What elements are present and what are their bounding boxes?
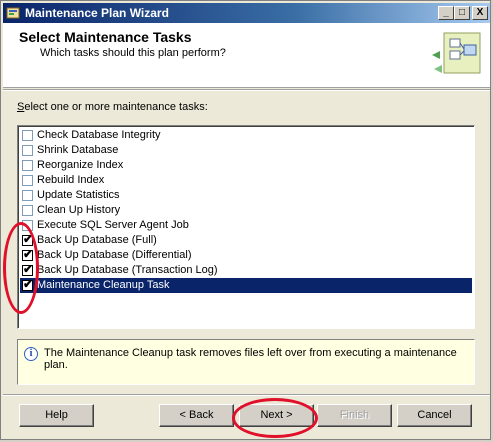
window-title: Maintenance Plan Wizard xyxy=(25,6,169,20)
list-item[interactable]: Rebuild Index xyxy=(20,173,472,188)
task-description: i The Maintenance Cleanup task removes f… xyxy=(17,339,475,385)
checkmark-icon: ✔ xyxy=(23,262,34,276)
page-title: Select Maintenance Tasks xyxy=(19,29,192,45)
cancel-button-label: Cancel xyxy=(417,409,452,421)
list-item[interactable]: ✔ Back Up Database (Transaction Log) xyxy=(20,263,472,278)
task-list-label: Select one or more maintenance tasks: xyxy=(17,101,208,113)
info-icon: i xyxy=(24,347,38,361)
list-item[interactable]: Reorganize Index xyxy=(20,158,472,173)
minimize-button[interactable]: _ xyxy=(438,6,454,20)
task-checkbox[interactable] xyxy=(22,220,33,231)
close-button[interactable]: X xyxy=(472,6,488,20)
checkmark-icon: ✔ xyxy=(23,277,34,291)
list-item-label: Back Up Database (Transaction Log) xyxy=(37,264,218,276)
wizard-header: Select Maintenance Tasks Which tasks sho… xyxy=(3,23,490,88)
task-list-label-rest: elect one or more maintenance tasks: xyxy=(24,101,208,113)
task-checkbox[interactable] xyxy=(22,145,33,156)
next-button-label: Next > xyxy=(260,409,293,421)
list-item-label: Reorganize Index xyxy=(37,159,124,171)
wizard-graphic-icon xyxy=(432,32,481,74)
list-item[interactable]: Clean Up History xyxy=(20,203,472,218)
task-checkbox[interactable] xyxy=(22,130,33,141)
list-item[interactable]: Shrink Database xyxy=(20,143,472,158)
task-checkbox[interactable] xyxy=(22,190,33,201)
page-subtitle: Which tasks should this plan perform? xyxy=(40,47,226,59)
cancel-button[interactable]: Cancel xyxy=(397,404,472,427)
checkmark-icon: ✔ xyxy=(23,232,34,246)
next-button[interactable]: Next > xyxy=(239,404,314,427)
back-button[interactable]: < Back xyxy=(159,404,234,427)
list-item[interactable]: ✔ Back Up Database (Differential) xyxy=(20,248,472,263)
list-item-label: Back Up Database (Full) xyxy=(37,234,157,246)
finish-button-label: Finish xyxy=(339,409,370,421)
list-item[interactable]: ✔ Back Up Database (Full) xyxy=(20,233,472,248)
task-checkbox[interactable]: ✔ xyxy=(22,262,34,276)
title-bar[interactable]: Maintenance Plan Wizard _ □ X xyxy=(3,3,490,23)
divider xyxy=(3,89,490,91)
task-checkbox[interactable]: ✔ xyxy=(22,277,34,291)
wizard-window: Maintenance Plan Wizard _ □ X Select Mai… xyxy=(0,0,491,440)
help-button-label: Help xyxy=(45,409,68,421)
list-item[interactable]: Execute SQL Server Agent Job xyxy=(20,218,472,233)
help-button[interactable]: Help xyxy=(19,404,94,427)
list-item-label: Shrink Database xyxy=(37,144,119,156)
task-checkbox[interactable] xyxy=(22,205,33,216)
task-checkbox[interactable] xyxy=(22,175,33,186)
finish-button[interactable]: Finish xyxy=(317,404,392,427)
list-item-label: Update Statistics xyxy=(37,189,120,201)
task-list[interactable]: Check Database Integrity Shrink Database R… xyxy=(17,125,475,329)
list-item[interactable]: ✔ Maintenance Cleanup Task xyxy=(20,278,472,293)
back-button-label: < Back xyxy=(179,409,214,421)
maximize-button[interactable]: □ xyxy=(454,6,470,20)
divider-bottom xyxy=(3,394,490,396)
task-checkbox[interactable]: ✔ xyxy=(22,232,34,246)
task-description-text: The Maintenance Cleanup task removes fil… xyxy=(44,347,457,371)
list-item-label: Back Up Database (Differential) xyxy=(37,249,192,261)
task-checkbox[interactable]: ✔ xyxy=(22,247,34,261)
list-item-label: Check Database Integrity xyxy=(37,129,161,141)
list-item[interactable]: Update Statistics xyxy=(20,188,472,203)
wizard-icon xyxy=(6,7,20,19)
checkmark-icon: ✔ xyxy=(23,247,34,261)
list-item-label: Execute SQL Server Agent Job xyxy=(37,219,189,231)
list-item[interactable]: Check Database Integrity xyxy=(20,128,472,143)
list-item-label: Rebuild Index xyxy=(37,174,105,186)
list-item-label: Clean Up History xyxy=(37,204,121,216)
list-item-label: Maintenance Cleanup Task xyxy=(37,279,170,291)
task-checkbox[interactable] xyxy=(22,160,33,171)
